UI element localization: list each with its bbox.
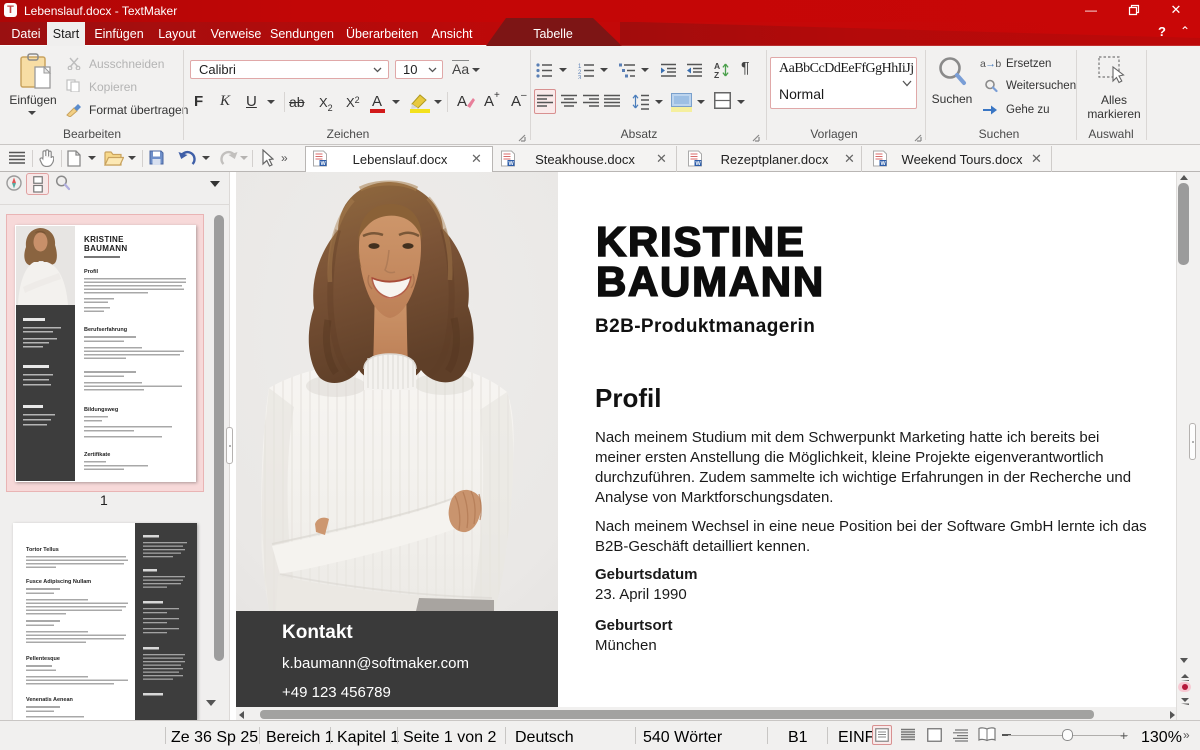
svg-text:BAUMANN: BAUMANN (84, 244, 127, 253)
svg-text:Tortor Tellus: Tortor Tellus (26, 547, 59, 553)
svg-text:Fusce Adipiscing Nullam: Fusce Adipiscing Nullam (26, 579, 91, 585)
svg-text:Bildungsweg: Bildungsweg (84, 407, 118, 413)
svg-text:Pellentesque: Pellentesque (26, 656, 60, 662)
svg-text:W: W (321, 161, 327, 167)
svg-text:Z: Z (714, 70, 719, 80)
svg-text:W: W (696, 161, 702, 167)
svg-text:Zertifikate: Zertifikate (84, 452, 110, 458)
svg-text:W: W (881, 161, 887, 167)
svg-text:Berufserfahrung: Berufserfahrung (84, 327, 127, 333)
svg-text:KRISTINE: KRISTINE (84, 235, 124, 244)
svg-text:Profil: Profil (84, 269, 99, 275)
svg-text:W: W (509, 161, 515, 167)
svg-text:Venenatis Aenean: Venenatis Aenean (26, 697, 74, 703)
svg-text:3: 3 (578, 76, 582, 80)
